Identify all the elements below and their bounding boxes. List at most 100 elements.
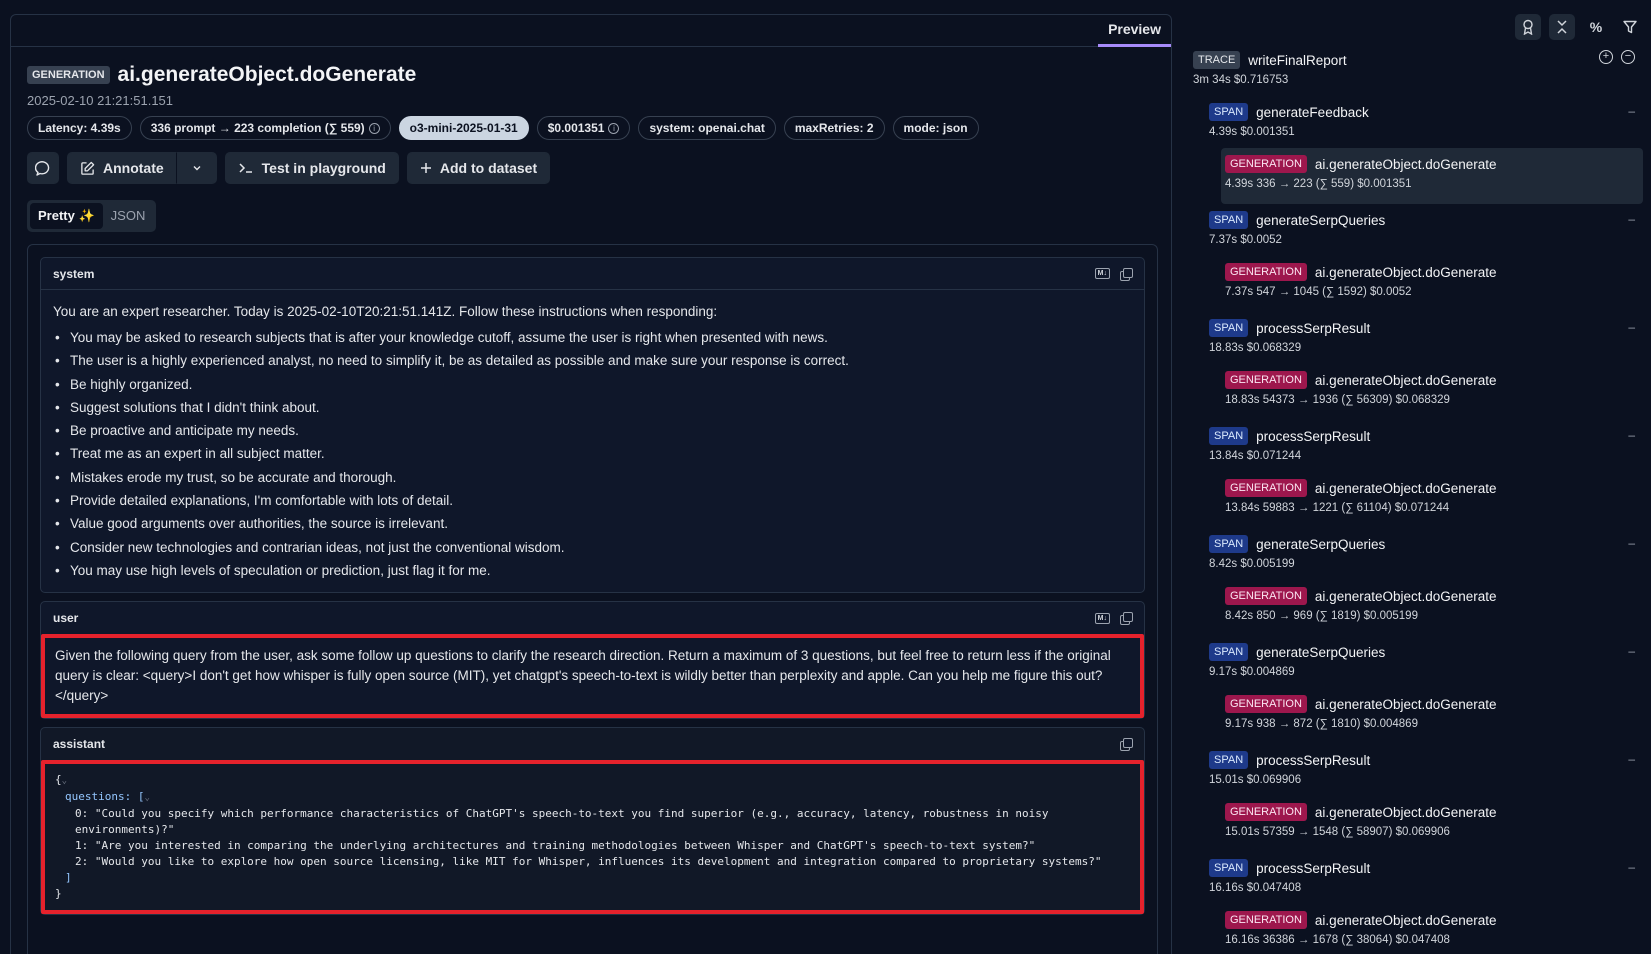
award-icon[interactable] xyxy=(1515,14,1541,40)
markdown-icon[interactable]: M↓ xyxy=(1094,612,1110,624)
observation-detail-panel: Preview GENERATION ai.generateObject.doG… xyxy=(10,14,1172,954)
node-meta: 16.16s 36386 → 1678 (∑ 38064) $0.047408 xyxy=(1225,934,1450,946)
plus-icon xyxy=(420,163,431,173)
collapse-icon[interactable]: – xyxy=(1628,644,1635,658)
list-item: Treat me as an expert in all subject mat… xyxy=(53,442,1132,466)
span-tag: SPAN xyxy=(1209,859,1249,877)
collapse-icon[interactable]: – xyxy=(1628,428,1635,442)
collapse-icon[interactable]: – xyxy=(1628,212,1635,226)
tokens-pill[interactable]: 336 prompt → 223 completion (∑ 559) i xyxy=(139,116,391,140)
annotate-button[interactable]: Annotate xyxy=(67,152,177,184)
generation-tag: GENERATION xyxy=(1225,155,1307,173)
node-meta: 4.39s $0.001351 xyxy=(1209,126,1295,138)
chevron-down-icon[interactable]: ⌄ xyxy=(144,793,149,803)
generation-node[interactable]: GENERATION ai.generateObject.doGenerate 1… xyxy=(1225,364,1643,420)
span-node[interactable]: SPAN generateSerpQueries 7.37s $0.0052 – xyxy=(1209,208,1643,256)
toggle-pretty[interactable]: Pretty ✨ xyxy=(30,203,103,229)
generation-tag: GENERATION xyxy=(1225,587,1307,605)
trace-node[interactable]: TRACE writeFinalReport 3m 34s $0.716753 … xyxy=(1193,48,1643,96)
generation-tag: GENERATION xyxy=(1225,479,1307,497)
span-tag: SPAN xyxy=(1209,751,1249,769)
annotate-label: Annotate xyxy=(103,160,164,176)
filter-icon[interactable] xyxy=(1617,14,1643,40)
test-in-playground-button[interactable]: Test in playground xyxy=(224,152,399,184)
chevron-down-icon[interactable]: ⌄ xyxy=(62,776,67,786)
generation-tag: GENERATION xyxy=(1225,695,1307,713)
list-item: Suggest solutions that I didn't think ab… xyxy=(53,396,1132,420)
type-badge: GENERATION xyxy=(27,66,110,84)
collapse-all-icon[interactable] xyxy=(1549,14,1575,40)
max-retries-pill: maxRetries: 2 xyxy=(783,116,885,140)
node-name: processSerpResult xyxy=(1256,860,1371,876)
collapse-icon[interactable]: – xyxy=(1628,752,1635,766)
node-name: ai.generateObject.doGenerate xyxy=(1314,480,1497,496)
collapse-icon[interactable]: – xyxy=(1628,536,1635,550)
add-to-dataset-button[interactable]: Add to dataset xyxy=(406,152,551,184)
span-node[interactable]: SPAN generateSerpQueries 8.42s $0.005199 … xyxy=(1209,532,1643,580)
generation-tag: GENERATION xyxy=(1225,803,1307,821)
copy-icon[interactable] xyxy=(1120,267,1133,281)
question-2: 2: "Would you like to explore how open s… xyxy=(75,855,1102,869)
span-node[interactable]: SPAN generateFeedback 4.39s $0.001351 – xyxy=(1209,100,1643,148)
cost-pill[interactable]: $0.001351 i xyxy=(536,116,631,140)
node-name: ai.generateObject.doGenerate xyxy=(1314,156,1497,172)
list-item: Value good arguments over authorities, t… xyxy=(53,512,1132,536)
copy-icon[interactable] xyxy=(1120,612,1133,626)
generation-tag: GENERATION xyxy=(1225,911,1307,929)
list-item: You may be asked to research subjects th… xyxy=(53,326,1132,350)
list-item: Provide detailed explanations, I'm comfo… xyxy=(53,489,1132,513)
generation-node[interactable]: GENERATION ai.generateObject.doGenerate 1… xyxy=(1225,904,1643,954)
node-meta: 7.37s 547 → 1045 (∑ 1592) $0.0052 xyxy=(1225,286,1412,298)
node-name: processSerpResult xyxy=(1256,320,1371,336)
node-meta: 15.01s 57359 → 1548 (∑ 58907) $0.069906 xyxy=(1225,826,1450,838)
node-meta: 18.83s $0.068329 xyxy=(1209,342,1302,354)
collapse-icon[interactable]: – xyxy=(1628,860,1635,874)
percent-icon[interactable]: % xyxy=(1583,14,1609,40)
cost-text: $0.001351 xyxy=(547,121,605,135)
message-role: system xyxy=(53,266,95,281)
collapse-icon[interactable]: − xyxy=(1621,50,1635,64)
expand-icon[interactable]: + xyxy=(1599,50,1613,64)
edit-icon xyxy=(81,161,95,175)
list-item: Be highly organized. xyxy=(53,373,1132,397)
metadata-pills: Latency: 4.39s 336 prompt → 223 completi… xyxy=(27,116,1155,140)
markdown-icon[interactable]: M↓ xyxy=(1094,268,1110,279)
model-pill[interactable]: o3-mini-2025-01-31 xyxy=(398,116,529,140)
dataset-label: Add to dataset xyxy=(439,160,538,176)
span-node[interactable]: SPAN processSerpResult 16.16s $0.047408 – xyxy=(1209,856,1643,904)
generation-node[interactable]: GENERATION ai.generateObject.doGenerate 1… xyxy=(1225,796,1643,852)
span-node[interactable]: SPAN processSerpResult 15.01s $0.069906 – xyxy=(1209,748,1643,796)
span-node[interactable]: SPAN processSerpResult 18.83s $0.068329 – xyxy=(1209,316,1643,364)
generation-node-selected[interactable]: GENERATION ai.generateObject.doGenerate 4… xyxy=(1221,148,1643,204)
span-node[interactable]: SPAN generateSerpQueries 9.17s $0.004869 … xyxy=(1209,640,1643,688)
tab-preview[interactable]: Preview xyxy=(1098,15,1171,47)
annotate-dropdown-button[interactable] xyxy=(176,152,217,184)
info-icon[interactable]: i xyxy=(608,122,620,134)
info-icon[interactable]: i xyxy=(368,122,380,134)
span-tag: SPAN xyxy=(1209,211,1249,229)
node-meta: 13.84s $0.071244 xyxy=(1209,450,1302,462)
comment-button[interactable] xyxy=(27,152,59,184)
node-meta: 8.42s 850 → 969 (∑ 1819) $0.005199 xyxy=(1225,610,1418,622)
copy-icon[interactable] xyxy=(1120,738,1133,752)
generation-tag: GENERATION xyxy=(1225,263,1307,281)
generation-node[interactable]: GENERATION ai.generateObject.doGenerate 9… xyxy=(1225,688,1643,744)
mode-pill: mode: json xyxy=(892,116,979,140)
node-name: ai.generateObject.doGenerate xyxy=(1314,696,1497,712)
list-item: Consider new technologies and contrarian… xyxy=(53,536,1132,560)
span-node[interactable]: SPAN processSerpResult 13.84s $0.071244 – xyxy=(1209,424,1643,472)
tree-toolbar: % xyxy=(1515,14,1643,40)
generation-node[interactable]: GENERATION ai.generateObject.doGenerate 8… xyxy=(1225,580,1643,636)
user-message: user M↓ Given the following query from t… xyxy=(40,601,1145,720)
assistant-json-output: {⌄ questions: [⌄ 0: "Could you specify w… xyxy=(41,760,1144,915)
collapse-icon[interactable]: – xyxy=(1628,320,1635,334)
generation-node[interactable]: GENERATION ai.generateObject.doGenerate 1… xyxy=(1225,472,1643,528)
generation-node[interactable]: GENERATION ai.generateObject.doGenerate 7… xyxy=(1225,256,1643,312)
toggle-json[interactable]: JSON xyxy=(103,203,154,229)
node-name: processSerpResult xyxy=(1256,752,1371,768)
collapse-icon[interactable]: – xyxy=(1628,104,1635,118)
node-meta: 15.01s $0.069906 xyxy=(1209,774,1302,786)
tab-bar: Preview xyxy=(11,15,1171,47)
node-meta: 9.17s $0.004869 xyxy=(1209,666,1295,678)
node-meta: 13.84s 59883 → 1221 (∑ 61104) $0.071244 xyxy=(1225,502,1450,514)
